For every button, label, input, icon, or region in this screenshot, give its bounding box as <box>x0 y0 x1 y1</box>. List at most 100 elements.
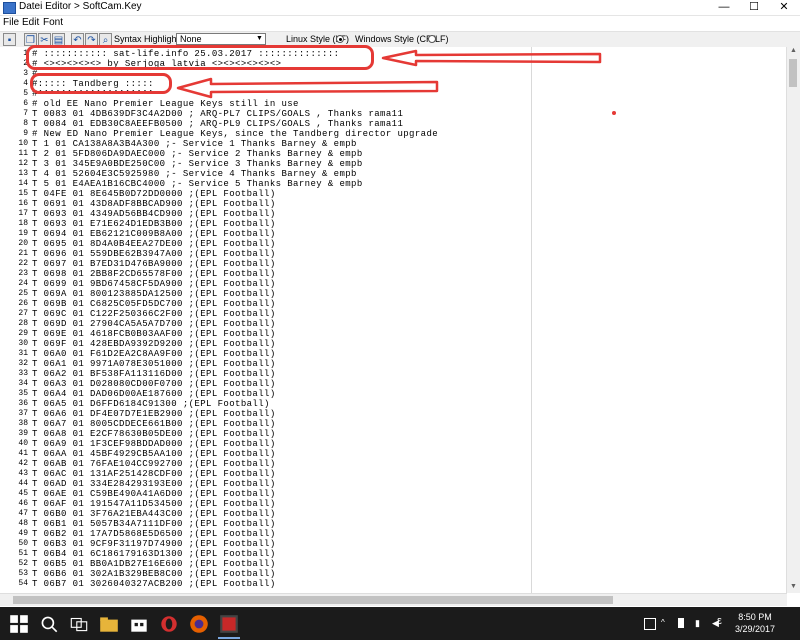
editor-line[interactable]: 34 T 06A3 01 D028080CD00F0700 ;(EPL Footb… <box>0 379 780 389</box>
editor-line[interactable]: 26 T 069B 01 C6825C05FD5DC700 ;(EPL Footb… <box>0 299 780 309</box>
line-text[interactable]: T 0696 01 559DBE62B3947A00 ;(EPL Footbal… <box>32 249 276 259</box>
line-text[interactable]: T 06B1 01 5057B34A7111DF00 ;(EPL Footbal… <box>32 519 276 529</box>
minimize-button[interactable]: — <box>709 0 739 15</box>
editor-line[interactable]: 51 T 06B4 01 6C186179163D1300 ;(EPL Footb… <box>0 549 780 559</box>
editor-line[interactable]: 43 T 06AC 01 131AF251428CDF00 ;(EPL Footb… <box>0 469 780 479</box>
line-text[interactable]: # New ED Nano Premier League Keys, since… <box>32 129 438 139</box>
line-text[interactable]: T 0693 01 E71E624D1EDB3B00 ;(EPL Footbal… <box>32 219 276 229</box>
editor-line[interactable]: 35 T 06A4 01 DAD06D00AE187600 ;(EPL Footb… <box>0 389 780 399</box>
editor-line[interactable]: 53 T 06B6 01 302A1B329BEB8C00 ;(EPL Footb… <box>0 569 780 579</box>
people-icon[interactable] <box>644 618 656 630</box>
editor-line[interactable]: 24 T 0699 01 9BD67458CF5DA900 ;(EPL Footb… <box>0 279 780 289</box>
editor-line[interactable]: 36 T 06A5 01 D6FFD6184C91300 ;(EPL Footba… <box>0 399 780 409</box>
menu-font[interactable]: Font <box>43 16 63 30</box>
editor-line[interactable]: 17 T 0693 01 4349AD56BB4CD900 ;(EPL Footb… <box>0 209 780 219</box>
line-text[interactable]: T 06A2 01 BF538FA113116D00 ;(EPL Footbal… <box>32 369 276 379</box>
chevron-up-icon[interactable]: ^ <box>661 618 671 628</box>
editor-line[interactable]: 22 T 0697 01 B7ED31D476BA9000 ;(EPL Footb… <box>0 259 780 269</box>
line-text[interactable]: T 069D 01 27904CA5A5A7D700 ;(EPL Footbal… <box>32 319 276 329</box>
editor-line[interactable]: 29 T 069E 01 4618FCB0B03AAF00 ;(EPL Footb… <box>0 329 780 339</box>
line-text[interactable]: T 06A7 01 8005CDDECE661B00 ;(EPL Footbal… <box>32 419 276 429</box>
line-text[interactable]: T 069F 01 428EBDA9392D9200 ;(EPL Footbal… <box>32 339 276 349</box>
line-text[interactable]: T 06B5 01 BB0A1DB27E16E600 ;(EPL Footbal… <box>32 559 276 569</box>
line-text[interactable]: T 4 01 52604E3C5925980 ;- Service 4 Than… <box>32 169 357 179</box>
windows-style-radio[interactable] <box>428 35 436 43</box>
line-text[interactable]: T 0083 01 4DB639DF3C4A2D00 ; ARQ-PL7 CLI… <box>32 109 403 119</box>
close-button[interactable]: ✕ <box>769 0 799 15</box>
line-text[interactable]: T 3 01 345E9A0BDE250C00 ;- Service 3 Tha… <box>32 159 363 169</box>
line-text[interactable]: T 06A9 01 1F3CEF98BDDAD000 ;(EPL Footbal… <box>32 439 276 449</box>
line-text[interactable]: T 06AF 01 191547A11D534500 ;(EPL Footbal… <box>32 499 276 509</box>
line-text[interactable]: T 06AB 01 76FAE104CC992700 ;(EPL Footbal… <box>32 459 276 469</box>
line-text[interactable]: T 06B6 01 302A1B329BEB8C00 ;(EPL Footbal… <box>32 569 276 579</box>
line-text[interactable]: T 06A3 01 D028080CD00F0700 ;(EPL Footbal… <box>32 379 276 389</box>
line-text[interactable]: T 06AE 01 C59BE490A41A6D00 ;(EPL Footbal… <box>32 489 276 499</box>
editor-line[interactable]: 14 T 5 01 E4AEA1B16CBC4000 ;- Service 5 T… <box>0 179 780 189</box>
syntax-highlighting-select[interactable]: None ▼ <box>176 33 266 45</box>
editor-line[interactable]: 46 T 06AF 01 191547A11D534500 ;(EPL Footb… <box>0 499 780 509</box>
editor-line[interactable]: 50 T 06B3 01 9CF9F31197D74900 ;(EPL Footb… <box>0 539 780 549</box>
line-text[interactable]: T 0695 01 8D4A0B4EEA27DE00 ;(EPL Footbal… <box>32 239 276 249</box>
editor-line[interactable]: 11 T 2 01 5FD806DA9DAEC000 ;- Service 2 T… <box>0 149 780 159</box>
editor-line[interactable]: 25 T 069A 01 800123885DA12500 ;(EPL Footb… <box>0 289 780 299</box>
line-text[interactable]: T 06A5 01 D6FFD6184C91300 ;(EPL Football… <box>32 399 270 409</box>
editor-line[interactable]: 38 T 06A7 01 8005CDDECE661B00 ;(EPL Footb… <box>0 419 780 429</box>
line-text[interactable]: T 069A 01 800123885DA12500 ;(EPL Footbal… <box>32 289 276 299</box>
line-text[interactable]: T 06A6 01 DF4E07D7E1EB2900 ;(EPL Footbal… <box>32 409 276 419</box>
battery-icon[interactable] <box>678 618 684 628</box>
text-editor[interactable]: 1 # ::::::::::: sat-life.info 25.03.2017 … <box>0 47 800 593</box>
menu-edit[interactable]: Edit <box>22 16 39 30</box>
editor-line[interactable]: 20 T 0695 01 8D4A0B4EEA27DE00 ;(EPL Footb… <box>0 239 780 249</box>
editor-line[interactable]: 23 T 0698 01 2BB8F2CD65578F00 ;(EPL Footb… <box>0 269 780 279</box>
editor-line[interactable]: 52 T 06B5 01 BB0A1DB27E16E600 ;(EPL Footb… <box>0 559 780 569</box>
line-text[interactable]: T 1 01 CA138A8A3B4A300 ;- Service 1 Than… <box>32 139 357 149</box>
line-text[interactable]: T 0084 01 EDB30C8AEEFB0500 ; ARQ-PL9 CLI… <box>32 119 403 129</box>
editor-line[interactable]: 48 T 06B1 01 5057B34A7111DF00 ;(EPL Footb… <box>0 519 780 529</box>
line-text[interactable]: T 069B 01 C6825C05FD5DC700 ;(EPL Footbal… <box>32 299 276 309</box>
line-text[interactable]: T 06A8 01 E2CF78630B05DE00 ;(EPL Footbal… <box>32 429 276 439</box>
line-text[interactable]: T 069E 01 4618FCB0B03AAF00 ;(EPL Footbal… <box>32 329 276 339</box>
editor-line[interactable]: 13 T 4 01 52604E3C5925980 ;- Service 4 Th… <box>0 169 780 179</box>
maximize-button[interactable]: ☐ <box>739 0 769 15</box>
line-text[interactable]: T 06B3 01 9CF9F31197D74900 ;(EPL Footbal… <box>32 539 276 549</box>
opera-icon[interactable] <box>158 613 180 635</box>
network-icon[interactable]: ▮ <box>695 618 705 628</box>
editor-line[interactable]: 30 T 069F 01 428EBDA9392D9200 ;(EPL Footb… <box>0 339 780 349</box>
line-text[interactable]: T 06B0 01 3F76A21EBA443C00 ;(EPL Footbal… <box>32 509 276 519</box>
menu-file[interactable]: File <box>3 16 19 30</box>
editor-line[interactable]: 7 T 0083 01 4DB639DF3C4A2D00 ; ARQ-PL7 CL… <box>0 109 780 119</box>
save-icon[interactable]: ▪ <box>3 33 16 46</box>
editor-line[interactable]: 47 T 06B0 01 3F76A21EBA443C00 ;(EPL Footb… <box>0 509 780 519</box>
editor-line[interactable]: 8 T 0084 01 EDB30C8AEEFB0500 ; ARQ-PL9 CL… <box>0 119 780 129</box>
editor-line[interactable]: 10 T 1 01 CA138A8A3B4A300 ;- Service 1 Th… <box>0 139 780 149</box>
line-text[interactable]: T 06AC 01 131AF251428CDF00 ;(EPL Footbal… <box>32 469 276 479</box>
line-text[interactable]: T 2 01 5FD806DA9DAEC000 ;- Service 2 Tha… <box>32 149 363 159</box>
editor-line[interactable]: 37 T 06A6 01 DF4E07D7E1EB2900 ;(EPL Footb… <box>0 409 780 419</box>
editor-line[interactable]: 16 T 0691 01 43D8ADF8BBCAD900 ;(EPL Footb… <box>0 199 780 209</box>
editor-line[interactable]: 41 T 06AA 01 45BF4929CB5AA100 ;(EPL Footb… <box>0 449 780 459</box>
editor-line[interactable]: 33 T 06A2 01 BF538FA113116D00 ;(EPL Footb… <box>0 369 780 379</box>
scroll-up-icon[interactable]: ▲ <box>787 47 800 57</box>
vertical-scroll-thumb[interactable] <box>789 59 797 87</box>
editor-line[interactable]: 54 T 06B7 01 3026040327ACB200 ;(EPL Footb… <box>0 579 780 589</box>
line-text[interactable]: T 0699 01 9BD67458CF5DA900 ;(EPL Footbal… <box>32 279 276 289</box>
line-text[interactable]: T 06AD 01 334E284293193E00 ;(EPL Footbal… <box>32 479 276 489</box>
editor-line[interactable]: 18 T 0693 01 E71E624D1EDB3B00 ;(EPL Footb… <box>0 219 780 229</box>
editor-line[interactable]: 6 # old EE Nano Premier League Keys still… <box>0 99 780 109</box>
editor-line[interactable]: 40 T 06A9 01 1F3CEF98BDDAD000 ;(EPL Footb… <box>0 439 780 449</box>
line-text[interactable]: T 06B4 01 6C186179163D1300 ;(EPL Footbal… <box>32 549 276 559</box>
editor-line[interactable]: 32 T 06A1 01 9971A078E3051000 ;(EPL Footb… <box>0 359 780 369</box>
line-text[interactable]: T 04FE 01 8E645B0D72DD0000 ;(EPL Footbal… <box>32 189 276 199</box>
windows-start-icon[interactable] <box>8 613 30 635</box>
editor-line[interactable]: 42 T 06AB 01 76FAE104CC992700 ;(EPL Footb… <box>0 459 780 469</box>
firefox-icon[interactable] <box>188 613 210 635</box>
app-icon[interactable] <box>218 613 240 635</box>
editor-line[interactable]: 49 T 06B2 01 17A7D5868E5D6500 ;(EPL Footb… <box>0 529 780 539</box>
line-text[interactable]: T 069C 01 C122F250366C2F00 ;(EPL Footbal… <box>32 309 276 319</box>
line-text[interactable]: T 5 01 E4AEA1B16CBC4000 ;- Service 5 Tha… <box>32 179 363 189</box>
editor-line[interactable]: 12 T 3 01 345E9A0BDE250C00 ;- Service 3 T… <box>0 159 780 169</box>
editor-line[interactable]: 27 T 069C 01 C122F250366C2F00 ;(EPL Footb… <box>0 309 780 319</box>
store-icon[interactable] <box>128 613 150 635</box>
editor-line[interactable]: 21 T 0696 01 559DBE62B3947A00 ;(EPL Footb… <box>0 249 780 259</box>
line-text[interactable]: T 06B2 01 17A7D5868E5D6500 ;(EPL Footbal… <box>32 529 276 539</box>
